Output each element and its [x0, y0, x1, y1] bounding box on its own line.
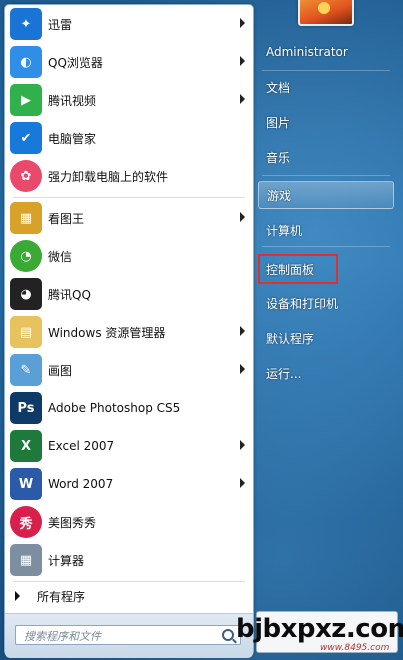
program-item[interactable]: ✦ 迅雷: [5, 5, 253, 43]
program-item[interactable]: ◐ QQ浏览器: [5, 43, 253, 81]
shield-icon: ✔: [10, 122, 42, 154]
all-programs-label: 所有程序: [37, 589, 86, 604]
program-label: 美图秀秀: [48, 515, 97, 530]
right-menu-label: 游戏: [267, 188, 292, 203]
submenu-arrow-icon[interactable]: [240, 212, 245, 222]
search-input[interactable]: 搜索程序和文件: [15, 625, 241, 645]
menu-separator: [13, 197, 245, 198]
right-menu-label: 计算机: [266, 223, 303, 238]
right-separator: [262, 175, 390, 176]
program-item[interactable]: 秀美图秀秀: [5, 503, 253, 541]
right-menu-item[interactable]: 设备和打印机: [258, 289, 394, 317]
word-icon: W: [10, 468, 42, 500]
program-item[interactable]: ✔ 电脑管家: [5, 119, 253, 157]
xunlei-bird-icon: ✦: [10, 8, 42, 40]
program-label: Excel 2007: [48, 439, 115, 453]
right-menu-item[interactable]: 运行...: [258, 359, 394, 387]
submenu-arrow-icon[interactable]: [240, 478, 245, 488]
calculator-icon: ▦: [10, 544, 42, 576]
program-label: 计算器: [48, 553, 85, 568]
right-menu-item[interactable]: 文档: [258, 73, 394, 101]
program-item[interactable]: Ps Adobe Photoshop CS5: [5, 389, 253, 427]
start-menu-programs-pane: ✦ 迅雷 ◐ QQ浏览器 ▶ 腾讯视频 ✔ 电脑管家 ✿ 强力卸载电脑上的软件 ▦ 看图王 ◔ 微信 ◕ 腾讯…: [4, 4, 254, 658]
program-item[interactable]: ▦ 计算器: [5, 541, 253, 579]
watermark-text: bjbxpxz.com: [236, 614, 403, 644]
right-menu-label: 运行...: [266, 366, 302, 381]
program-item[interactable]: ✎ 画图: [5, 351, 253, 389]
tencent-video-icon: ▶: [10, 84, 42, 116]
right-menu-item[interactable]: 音乐: [258, 143, 394, 171]
qq-penguin-icon: ◕: [10, 278, 42, 310]
right-menu-label: 默认程序: [266, 331, 315, 346]
right-menu-label: Administrator: [266, 45, 348, 59]
program-label: 腾讯QQ: [48, 287, 91, 302]
program-label: QQ浏览器: [48, 55, 103, 70]
right-menu-item[interactable]: 控制面板: [258, 254, 394, 284]
watermark-subtext: www.8495.com: [320, 643, 390, 653]
user-avatar[interactable]: [298, 0, 354, 26]
submenu-arrow-icon[interactable]: [240, 94, 245, 104]
right-menu-item[interactable]: Administrator: [258, 38, 394, 66]
submenu-arrow-icon[interactable]: [240, 18, 245, 28]
right-menu-label: 控制面板: [266, 262, 315, 277]
right-menu-item[interactable]: 默认程序: [258, 324, 394, 352]
right-separator: [262, 246, 390, 247]
program-label: 看图王: [48, 211, 85, 226]
program-label: 画图: [48, 363, 73, 378]
program-label: 腾讯视频: [48, 93, 97, 108]
paint-palette-icon: ✎: [10, 354, 42, 386]
excel-icon: X: [10, 430, 42, 462]
right-separator: [262, 70, 390, 71]
program-label: 电脑管家: [48, 131, 97, 146]
folder-icon: ▤: [10, 316, 42, 348]
program-item[interactable]: ▤ Windows 资源管理器: [5, 313, 253, 351]
submenu-arrow-icon[interactable]: [240, 326, 245, 336]
right-menu-item[interactable]: 游戏: [258, 181, 394, 209]
program-item[interactable]: ◕ 腾讯QQ: [5, 275, 253, 313]
program-item[interactable]: W Word 2007: [5, 465, 253, 503]
right-menu-item[interactable]: 图片: [258, 108, 394, 136]
submenu-arrow-icon[interactable]: [240, 56, 245, 66]
program-label: 微信: [48, 249, 73, 264]
program-label: Windows 资源管理器: [48, 325, 166, 340]
photoshop-icon: Ps: [10, 392, 42, 424]
right-menu-item[interactable]: 计算机: [258, 216, 394, 244]
program-label: Word 2007: [48, 477, 114, 491]
right-menu-label: 音乐: [266, 150, 291, 165]
submenu-arrow-icon[interactable]: [240, 440, 245, 450]
program-item[interactable]: ◔ 微信: [5, 237, 253, 275]
search-placeholder: 搜索程序和文件: [24, 630, 101, 643]
submenu-arrow-icon[interactable]: [240, 364, 245, 374]
qq-browser-icon: ◐: [10, 46, 42, 78]
program-label: 强力卸载电脑上的软件: [48, 169, 169, 184]
right-menu-label: 图片: [266, 115, 291, 130]
program-item[interactable]: ✿ 强力卸载电脑上的软件: [5, 157, 253, 195]
search-icon[interactable]: [222, 629, 234, 641]
program-item[interactable]: X Excel 2007: [5, 427, 253, 465]
meitu-icon: 秀: [10, 506, 42, 538]
program-item[interactable]: ▶ 腾讯视频: [5, 81, 253, 119]
wechat-icon: ◔: [10, 240, 42, 272]
menu-separator: [13, 581, 245, 582]
right-menu-label: 文档: [266, 80, 291, 95]
all-programs-button[interactable]: 所有程序: [5, 585, 253, 607]
image-viewer-icon: ▦: [10, 202, 42, 234]
uninstall-flower-icon: ✿: [10, 160, 42, 192]
right-menu-label: 设备和打印机: [266, 296, 339, 311]
program-item[interactable]: ▦ 看图王: [5, 199, 253, 237]
triangle-right-icon: [15, 591, 20, 601]
program-label: 迅雷: [48, 17, 73, 32]
program-label: Adobe Photoshop CS5: [48, 401, 181, 415]
search-area: 搜索程序和文件: [5, 613, 253, 658]
